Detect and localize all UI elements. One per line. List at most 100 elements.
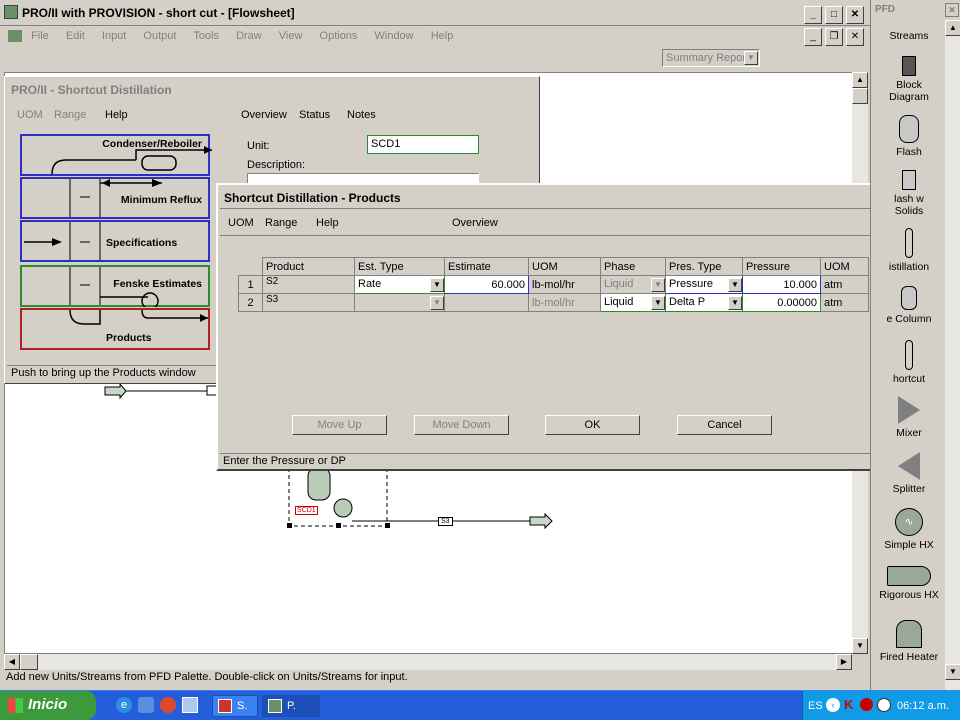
palette-streams[interactable]: Streams bbox=[876, 30, 942, 42]
doc-close-button[interactable]: ✕ bbox=[846, 28, 864, 46]
palette-close-icon[interactable]: ✕ bbox=[945, 3, 959, 17]
move-up-button[interactable]: Move Up bbox=[292, 415, 387, 435]
quicklaunch-desktop-icon[interactable] bbox=[182, 697, 198, 713]
pd-menu-help[interactable]: Help bbox=[316, 217, 339, 229]
pressure-field[interactable]: 0.00000 bbox=[742, 293, 821, 312]
minimize-button[interactable]: _ bbox=[804, 6, 822, 24]
task-button-s[interactable]: S. bbox=[212, 695, 258, 717]
palette-side-column[interactable]: e Column bbox=[876, 286, 942, 325]
menu-edit[interactable]: Edit bbox=[66, 30, 85, 42]
horizontal-scrollbar[interactable]: ◀ ▶ bbox=[4, 654, 852, 670]
quicklaunch-browser-icon[interactable] bbox=[138, 697, 154, 713]
est-type-select[interactable]: ▼ bbox=[354, 293, 445, 312]
menu-view[interactable]: View bbox=[279, 30, 303, 42]
chevron-down-icon[interactable]: ▼ bbox=[651, 295, 665, 310]
palette-simple-hx[interactable]: ∿ Simple HX bbox=[876, 508, 942, 551]
menu-file[interactable]: File bbox=[31, 30, 49, 42]
quicklaunch-ie-icon[interactable]: e bbox=[116, 697, 132, 713]
pressure-field[interactable]: 10.000 bbox=[742, 275, 821, 294]
chevron-down-icon[interactable]: ▼ bbox=[728, 277, 742, 292]
menu-options[interactable]: Options bbox=[320, 30, 358, 42]
col-header-pres-type: Pres. Type bbox=[665, 257, 743, 276]
menu-draw[interactable]: Draw bbox=[236, 30, 262, 42]
chevron-down-icon[interactable]: ▼ bbox=[728, 295, 742, 310]
phase-select[interactable]: Liquid ▼ bbox=[600, 293, 666, 312]
sc-menu-overview[interactable]: Overview bbox=[241, 109, 287, 121]
update-icon[interactable] bbox=[860, 698, 873, 711]
pd-menu-uom[interactable]: UOM bbox=[228, 217, 254, 229]
scroll-left-arrow[interactable]: ◀ bbox=[4, 654, 20, 670]
doc-icon[interactable] bbox=[8, 30, 22, 43]
phase-value: Liquid bbox=[604, 277, 634, 290]
nav-minimum-reflux[interactable]: Minimum Reflux bbox=[20, 177, 210, 219]
scroll-up-arrow[interactable]: ▲ bbox=[852, 72, 868, 88]
palette-scroll-down[interactable]: ▼ bbox=[945, 664, 960, 680]
products-status-bar: Enter the Pressure or DP bbox=[220, 453, 892, 469]
unit-tag[interactable]: SCD1 bbox=[295, 506, 318, 515]
palette-mixer[interactable]: Mixer bbox=[876, 396, 942, 439]
palette-flash-solids[interactable]: lash w Solids bbox=[876, 170, 942, 217]
palette-distillation[interactable]: istillation bbox=[876, 228, 942, 273]
start-button[interactable]: Inicio bbox=[0, 691, 96, 720]
palette-splitter[interactable]: Splitter bbox=[876, 452, 942, 495]
palette-rigorous-hx[interactable]: Rigorous HX bbox=[876, 566, 942, 601]
sc-menu-help[interactable]: Help bbox=[105, 109, 128, 121]
stream-tag-s3[interactable]: S3 bbox=[438, 517, 453, 526]
chevron-down-icon[interactable]: ▼ bbox=[430, 277, 444, 292]
sc-menu-status[interactable]: Status bbox=[299, 109, 330, 121]
menu-window[interactable]: Window bbox=[375, 30, 414, 42]
menu-help[interactable]: Help bbox=[431, 30, 454, 42]
estimate-field[interactable] bbox=[444, 293, 529, 312]
pd-menu-range[interactable]: Range bbox=[265, 217, 297, 229]
cancel-button[interactable]: Cancel bbox=[677, 415, 772, 435]
palette-flash[interactable]: Flash bbox=[876, 115, 942, 158]
chevron-down-icon[interactable]: ▼ bbox=[651, 277, 665, 292]
unit-name-field[interactable]: SCD1 bbox=[367, 135, 479, 154]
menu-input[interactable]: Input bbox=[102, 30, 126, 42]
clock-tray-icon[interactable] bbox=[877, 698, 891, 712]
tray-arrow-icon[interactable]: ‹ bbox=[826, 698, 840, 712]
doc-minimize-button[interactable]: _ bbox=[804, 28, 822, 46]
est-type-select[interactable]: Rate ▼ bbox=[354, 275, 445, 294]
language-indicator[interactable]: ES bbox=[808, 700, 823, 712]
palette-streams-label: Streams bbox=[889, 30, 929, 42]
sc-menu-uom[interactable]: UOM bbox=[17, 109, 43, 121]
palette-fired-heater[interactable]: Fired Heater bbox=[876, 620, 942, 663]
scroll-thumb[interactable] bbox=[852, 88, 868, 104]
sc-menu-notes[interactable]: Notes bbox=[347, 109, 376, 121]
nav-specifications[interactable]: Specifications bbox=[20, 220, 210, 262]
pres-type-select[interactable]: Delta P ▼ bbox=[665, 293, 743, 312]
pres-type-select[interactable]: Pressure ▼ bbox=[665, 275, 743, 294]
menu-tools[interactable]: Tools bbox=[193, 30, 219, 42]
doc-restore-button[interactable]: ❐ bbox=[825, 28, 843, 46]
pd-menu-overview[interactable]: Overview bbox=[452, 217, 498, 229]
nav-products[interactable]: Products bbox=[20, 308, 210, 350]
nav-condenser-reboiler[interactable]: Condenser/Reboiler bbox=[20, 134, 212, 176]
menu-output[interactable]: Output bbox=[143, 30, 176, 42]
pres-type-value: Delta P bbox=[669, 295, 706, 308]
scroll-right-arrow[interactable]: ▶ bbox=[836, 654, 852, 670]
ok-button[interactable]: OK bbox=[545, 415, 640, 435]
sc-menu-range[interactable]: Range bbox=[54, 109, 86, 121]
close-button[interactable]: ✕ bbox=[846, 6, 864, 24]
antivirus-icon[interactable]: K bbox=[844, 697, 853, 712]
quicklaunch-media-icon[interactable] bbox=[160, 697, 176, 713]
unit-label: Unit: bbox=[247, 140, 270, 152]
phase-select[interactable]: Liquid ▼ bbox=[600, 275, 666, 294]
palette-scroll-up[interactable]: ▲ bbox=[945, 20, 960, 36]
chevron-down-icon[interactable]: ▼ bbox=[430, 295, 444, 310]
specs-diagram-icon bbox=[24, 222, 101, 260]
task-button-p[interactable]: P. bbox=[262, 695, 320, 717]
palette-block-diagram[interactable]: Block Diagram bbox=[876, 56, 942, 103]
scroll-down-arrow[interactable]: ▼ bbox=[852, 638, 868, 654]
nav-fenske-estimates[interactable]: Fenske Estimates bbox=[20, 265, 210, 307]
palette-scrollbar[interactable]: ▲ ▼ bbox=[945, 20, 960, 690]
hscroll-thumb[interactable] bbox=[20, 654, 38, 670]
chevron-down-icon[interactable]: ▼ bbox=[744, 51, 758, 65]
estimate-field[interactable]: 60.000 bbox=[444, 275, 529, 294]
maximize-button[interactable]: □ bbox=[825, 6, 843, 24]
report-dropdown-value: Summary Report bbox=[666, 52, 750, 64]
report-dropdown[interactable]: Summary Report ▼ bbox=[662, 49, 760, 67]
move-down-button[interactable]: Move Down bbox=[414, 415, 509, 435]
palette-shortcut[interactable]: hortcut bbox=[876, 340, 942, 385]
